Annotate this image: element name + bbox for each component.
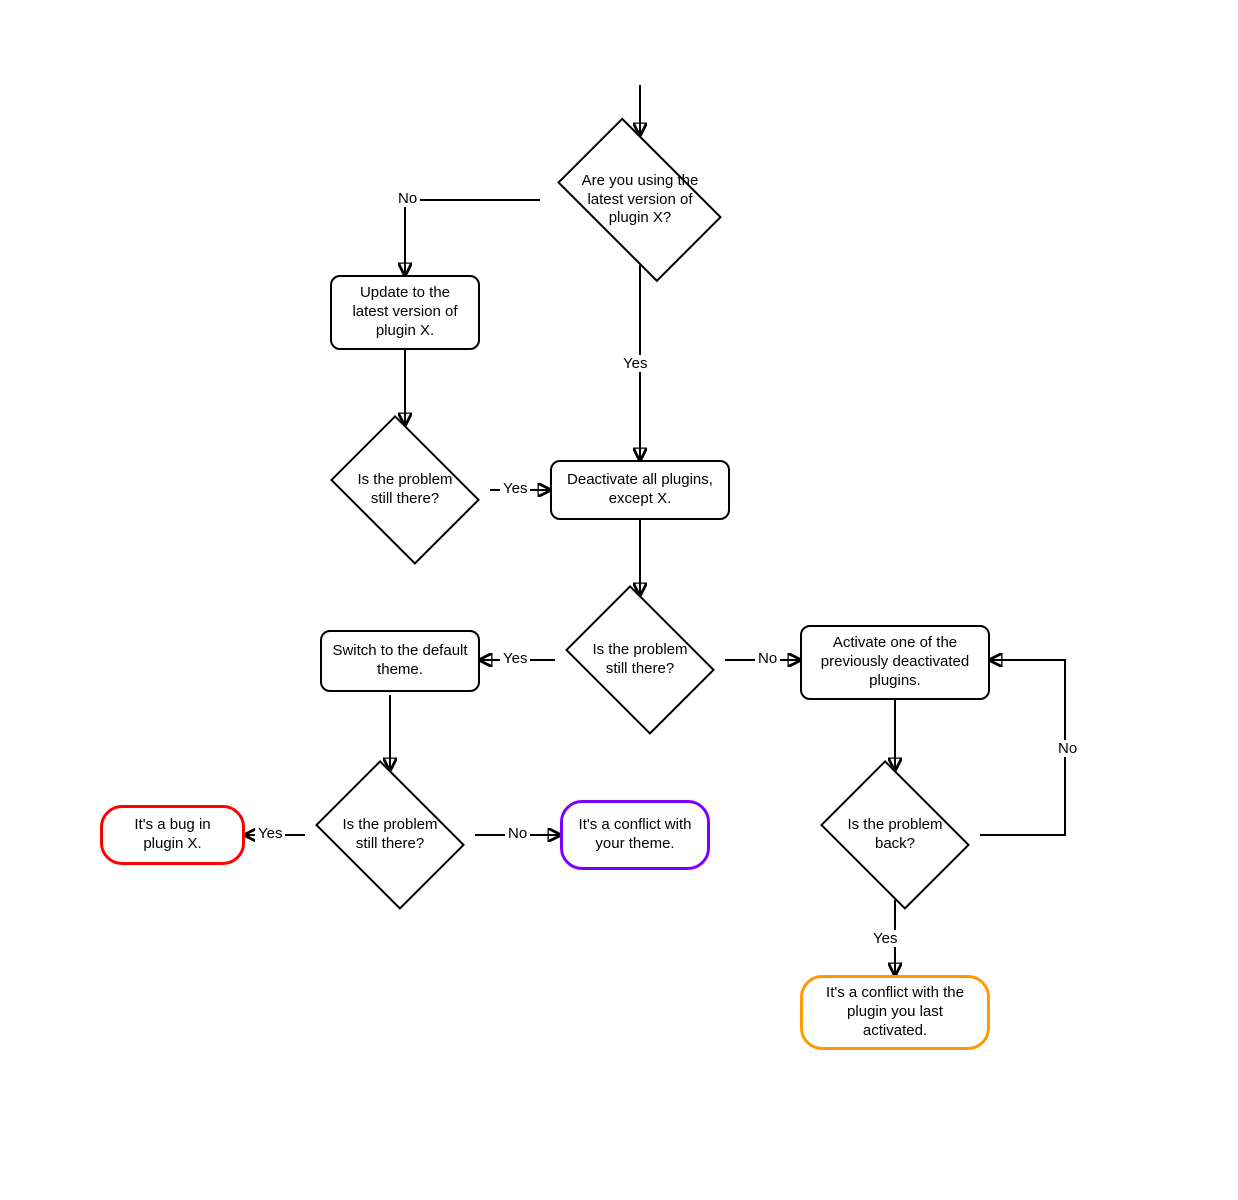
- edge-label-d2-yes: Yes: [500, 480, 530, 497]
- edge-label-d1-no: No: [395, 190, 420, 207]
- process-deactivate-plugins: Deactivate all plugins, except X.: [550, 460, 730, 520]
- process-switch-theme: Switch to the default theme.: [320, 630, 480, 692]
- terminal-plugin-conflict: It's a conflict with the plugin you last…: [800, 975, 990, 1050]
- edge-label-d4-yes: Yes: [255, 825, 285, 842]
- process-update-plugin-label: Update to the latest version of plugin X…: [342, 284, 468, 340]
- decision-problem-after-deactivate-label: Is the problem still there?: [555, 595, 725, 725]
- process-activate-one-plugin-label: Activate one of the previously deactivat…: [812, 634, 978, 690]
- process-activate-one-plugin: Activate one of the previously deactivat…: [800, 625, 990, 700]
- decision-problem-after-theme-label: Is the problem still there?: [305, 770, 475, 900]
- terminal-bug-in-plugin-label: It's a bug in plugin X.: [113, 816, 232, 854]
- terminal-theme-conflict-label: It's a conflict with your theme.: [573, 816, 697, 854]
- decision-problem-after-update: Is the problem still there?: [320, 425, 490, 555]
- decision-latest-version: Are you using the latest version of plug…: [540, 135, 740, 265]
- decision-problem-after-deactivate: Is the problem still there?: [555, 595, 725, 725]
- process-update-plugin: Update to the latest version of plugin X…: [330, 275, 480, 350]
- edge-label-d1-yes: Yes: [620, 355, 650, 372]
- terminal-plugin-conflict-label: It's a conflict with the plugin you last…: [813, 984, 977, 1040]
- flowchart-canvas: Are you using the latest version of plug…: [0, 0, 1238, 1200]
- edge-label-d5-no: No: [1055, 740, 1080, 757]
- decision-problem-after-update-label: Is the problem still there?: [320, 425, 490, 555]
- decision-problem-back: Is the problem back?: [810, 770, 980, 900]
- process-switch-theme-label: Switch to the default theme.: [332, 642, 468, 680]
- decision-problem-back-label: Is the problem back?: [810, 770, 980, 900]
- terminal-bug-in-plugin: It's a bug in plugin X.: [100, 805, 245, 865]
- decision-latest-version-label: Are you using the latest version of plug…: [540, 135, 740, 265]
- edge-label-d3-no: No: [755, 650, 780, 667]
- edge-label-d3-yes: Yes: [500, 650, 530, 667]
- edge-label-d5-yes: Yes: [870, 930, 900, 947]
- decision-problem-after-theme: Is the problem still there?: [305, 770, 475, 900]
- edge-label-d4-no: No: [505, 825, 530, 842]
- process-deactivate-plugins-label: Deactivate all plugins, except X.: [562, 471, 718, 509]
- terminal-theme-conflict: It's a conflict with your theme.: [560, 800, 710, 870]
